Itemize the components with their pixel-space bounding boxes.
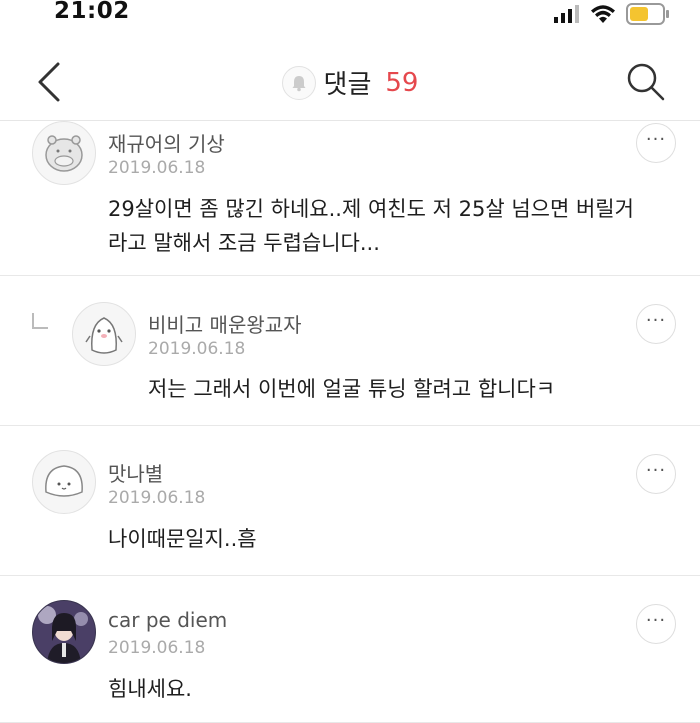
comment-line: 힘내세요. bbox=[108, 677, 192, 701]
status-bar: 21:02 bbox=[0, 0, 700, 36]
hippo-avatar-icon bbox=[45, 135, 83, 172]
search-icon bbox=[627, 63, 665, 101]
comment-item: 맛나별 2019.06.18 나이때문일지..흠 ··· bbox=[0, 426, 700, 576]
header-title-group: 댓글 59 bbox=[0, 64, 700, 101]
comment-list: 재규어의 기상 2019.06.18 29살이면 좀 많긴 하네요..제 여친도… bbox=[0, 121, 700, 723]
comment-line: 29살이면 좀 많긴 하네요..제 여친도 저 25살 넘으면 버릴거 bbox=[108, 197, 634, 221]
photo-avatar-icon bbox=[33, 601, 95, 663]
comment-date: 2019.06.18 bbox=[108, 488, 206, 508]
page-title: 댓글 bbox=[323, 70, 372, 100]
notification-toggle[interactable] bbox=[281, 65, 316, 100]
comment-date: 2019.06.18 bbox=[108, 638, 206, 658]
comment-text: 29살이면 좀 많긴 하네요..제 여친도 저 25살 넘으면 버릴거 라고 말… bbox=[108, 192, 634, 260]
comment-line: 라고 말해서 조금 두렵습니다... bbox=[108, 231, 380, 255]
penguin-avatar-icon bbox=[85, 317, 123, 354]
comment-author[interactable]: 재규어의 기상 bbox=[108, 128, 225, 157]
more-dots-icon: ··· bbox=[645, 610, 667, 631]
comment-text: 나이때문일지..흠 bbox=[108, 522, 257, 556]
comment-text: 힘내세요. bbox=[108, 672, 192, 706]
signal-icon bbox=[554, 5, 579, 23]
comment-line: 저는 그래서 이번에 얼굴 튜닝 할려고 합니다ㅋ bbox=[148, 377, 556, 401]
comment-item: car pe diem 2019.06.18 힘내세요. ··· bbox=[0, 576, 700, 723]
comment-item-reply: 비비고 매운왕교자 2019.06.18 저는 그래서 이번에 얼굴 튜닝 할려… bbox=[0, 276, 700, 426]
avatar[interactable] bbox=[72, 302, 136, 366]
header: 댓글 59 bbox=[0, 36, 700, 121]
avatar[interactable] bbox=[32, 450, 96, 514]
comment-count: 59 bbox=[385, 67, 419, 98]
comment-date: 2019.06.18 bbox=[148, 339, 246, 359]
more-dots-icon: ··· bbox=[645, 460, 667, 481]
wifi-icon bbox=[591, 5, 615, 23]
reply-indent-icon bbox=[32, 313, 48, 329]
avatar[interactable] bbox=[32, 600, 96, 664]
avatar[interactable] bbox=[32, 121, 96, 185]
blob-avatar-icon bbox=[45, 465, 83, 497]
status-time: 21:02 bbox=[54, 0, 130, 24]
more-options-button[interactable]: ··· bbox=[636, 454, 676, 494]
comment-author[interactable]: 맛나별 bbox=[108, 458, 163, 487]
search-button[interactable] bbox=[624, 60, 668, 104]
comment-text: 저는 그래서 이번에 얼굴 튜닝 할려고 합니다ㅋ bbox=[148, 372, 555, 406]
comment-date: 2019.06.18 bbox=[108, 158, 206, 178]
more-options-button[interactable]: ··· bbox=[636, 123, 676, 163]
more-dots-icon: ··· bbox=[645, 129, 667, 150]
comment-author[interactable]: car pe diem bbox=[108, 608, 227, 632]
bell-icon bbox=[292, 75, 306, 91]
more-dots-icon: ··· bbox=[645, 310, 667, 331]
comment-author[interactable]: 비비고 매운왕교자 bbox=[148, 309, 302, 338]
battery-icon bbox=[626, 3, 669, 25]
more-options-button[interactable]: ··· bbox=[636, 604, 676, 644]
status-icons bbox=[554, 3, 670, 25]
comment-item: 재규어의 기상 2019.06.18 29살이면 좀 많긴 하네요..제 여친도… bbox=[0, 121, 700, 276]
comment-line: 나이때문일지..흠 bbox=[108, 527, 257, 551]
more-options-button[interactable]: ··· bbox=[636, 304, 676, 344]
